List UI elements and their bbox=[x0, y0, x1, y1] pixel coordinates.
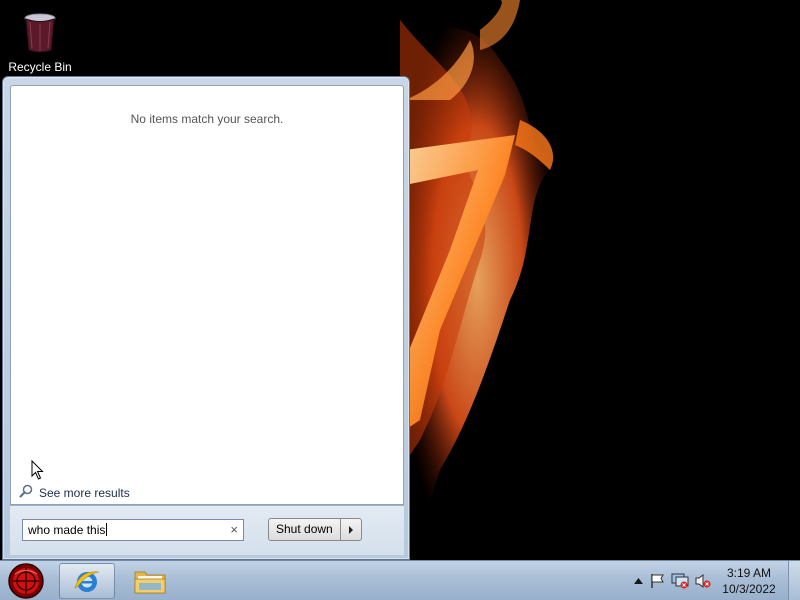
notification-area: 3:19 AM 10/3/2022 bbox=[630, 561, 800, 600]
chevron-right-icon bbox=[348, 525, 353, 534]
shutdown-options-button[interactable] bbox=[340, 518, 362, 541]
see-more-results-link[interactable]: See more results bbox=[19, 484, 130, 501]
text-caret bbox=[106, 523, 108, 536]
no-results-message: No items match your search. bbox=[130, 112, 284, 126]
show-desktop-button[interactable] bbox=[788, 561, 800, 600]
clock-time: 3:19 AM bbox=[726, 566, 772, 580]
volume-muted-icon[interactable] bbox=[692, 571, 714, 591]
see-more-results-label: See more results bbox=[39, 485, 130, 500]
show-hidden-icons-arrow[interactable] bbox=[630, 571, 646, 591]
clear-search-icon[interactable]: × bbox=[230, 522, 238, 537]
recycle-bin-icon bbox=[20, 10, 60, 54]
magnifier-icon bbox=[19, 484, 33, 501]
taskbar: 3:19 AM 10/3/2022 bbox=[0, 560, 800, 600]
start-orb-icon bbox=[8, 563, 44, 599]
internet-explorer-icon bbox=[74, 571, 100, 592]
taskbar-clock[interactable]: 3:19 AM 10/3/2022 bbox=[714, 565, 784, 597]
clock-date: 10/3/2022 bbox=[722, 582, 776, 596]
start-search-input[interactable]: who made this × bbox=[22, 519, 244, 541]
taskbar-windows-explorer-button[interactable] bbox=[122, 563, 178, 599]
recycle-bin-label: Recycle Bin bbox=[8, 60, 72, 74]
network-icon[interactable] bbox=[668, 571, 692, 591]
search-input-text: who made this bbox=[28, 523, 106, 537]
search-results-pane: No items match your search. See more res… bbox=[10, 85, 404, 505]
action-center-flag-icon[interactable] bbox=[646, 571, 668, 591]
recycle-bin-desktop-icon[interactable]: Recycle Bin bbox=[4, 10, 76, 76]
start-button[interactable] bbox=[4, 562, 48, 600]
shutdown-button[interactable]: Shut down bbox=[268, 518, 341, 541]
shutdown-button-group: Shut down bbox=[268, 518, 362, 541]
mouse-pointer-icon bbox=[31, 460, 44, 480]
taskbar-internet-explorer-button[interactable] bbox=[59, 563, 115, 599]
folder-icon bbox=[134, 571, 166, 594]
start-menu-bottom-bar: who made this × Shut down bbox=[10, 505, 404, 555]
start-menu: No items match your search. See more res… bbox=[2, 76, 410, 560]
